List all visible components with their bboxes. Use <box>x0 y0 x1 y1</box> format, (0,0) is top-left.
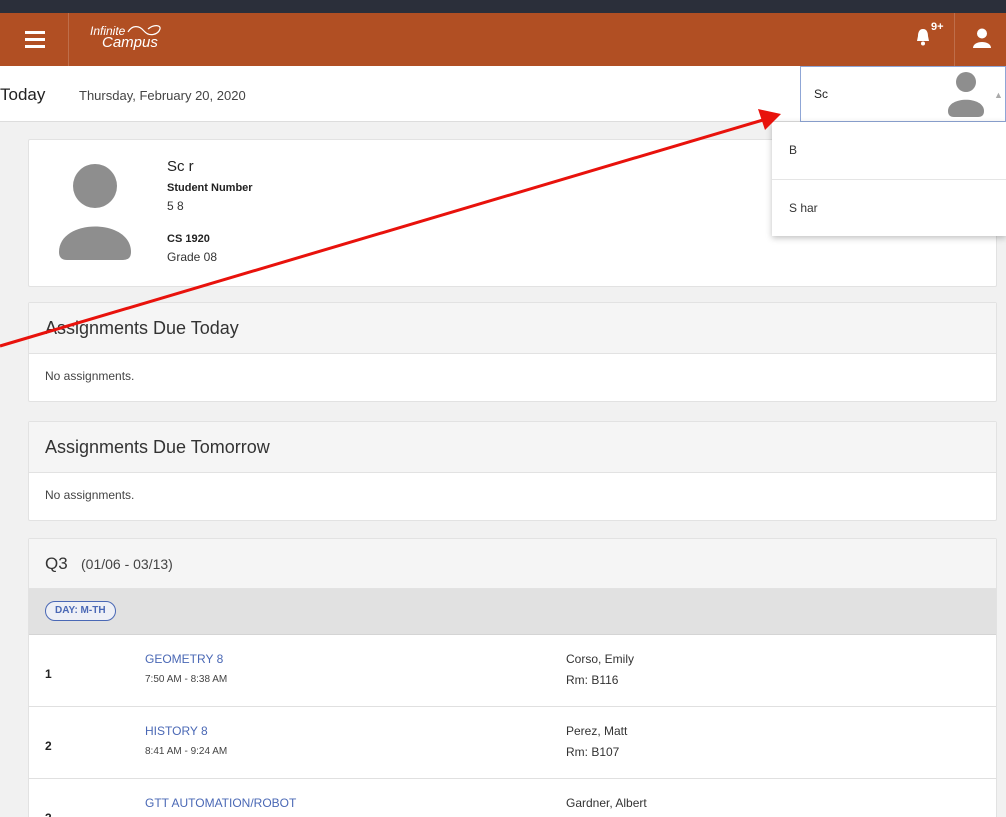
term-label: Q3 <box>45 554 68 573</box>
menu-button[interactable] <box>0 13 69 66</box>
student-avatar <box>59 164 131 260</box>
selected-student-name: Sc <box>814 87 829 101</box>
course-link[interactable]: GTT AUTOMATION/ROBOT <box>145 796 296 810</box>
schedule-row: 1 GEOMETRY 8 7:50 AM - 8:38 AM Corso, Em… <box>29 636 996 707</box>
schedule-row: 2 HISTORY 8 8:41 AM - 9:24 AM Perez, Mat… <box>29 708 996 779</box>
day-badge: DAY: M-TH <box>45 601 116 621</box>
room-number: Rm: B107 <box>566 745 620 759</box>
term-range: (01/06 - 03/13) <box>81 556 173 572</box>
period-number: 1 <box>45 667 52 681</box>
period-time: 8:41 AM - 9:24 AM <box>145 746 228 757</box>
menu-icon <box>25 31 45 34</box>
selected-student-avatar <box>948 72 984 117</box>
schedule-card: Q3 (01/06 - 03/13) DAY: M-TH 1 GEOMETRY … <box>28 538 997 817</box>
infinite-campus-logo[interactable]: Infinite Campus <box>90 25 161 50</box>
student-option[interactable]: B <box>772 122 1006 179</box>
assignments-tomorrow-card: Assignments Due Tomorrow No assignments. <box>28 421 997 521</box>
student-number: 5 8 <box>167 199 184 213</box>
schedule-row: 3 GTT AUTOMATION/ROBOT Gardner, Albert <box>29 780 996 817</box>
page-title: Today <box>0 85 46 104</box>
main-content: Today Thursday, February 20, 2020 Sc r S… <box>0 66 1006 817</box>
grade-level: Grade 08 <box>167 250 218 264</box>
chevron-up-icon: ▲ <box>994 90 1003 100</box>
student-number-label: Student Number <box>167 182 253 194</box>
period-time: 7:50 AM - 8:38 AM <box>145 674 228 685</box>
course-link[interactable]: HISTORY 8 <box>145 724 208 738</box>
student-selector[interactable]: Sc ▲ <box>800 66 1006 122</box>
student-option[interactable]: S har <box>772 179 1006 236</box>
assignments-today-title: Assignments Due Today <box>45 318 239 338</box>
user-account-button[interactable] <box>956 13 1006 66</box>
course-link[interactable]: GEOMETRY 8 <box>145 652 223 666</box>
bell-icon <box>917 29 929 46</box>
app-header: Infinite Campus 9+ <box>0 0 1006 66</box>
user-icon <box>973 28 991 48</box>
room-number: Rm: B116 <box>566 673 619 687</box>
assignments-today-card: Assignments Due Today No assignments. <box>28 302 997 402</box>
student-name: Sc r <box>167 158 194 175</box>
student-dropdown-menu: B S har <box>772 122 1006 236</box>
assignments-tomorrow-empty: No assignments. <box>45 488 135 502</box>
period-number: 3 <box>45 811 52 817</box>
teacher-name: Gardner, Albert <box>566 796 647 810</box>
teacher-name: Perez, Matt <box>566 724 628 738</box>
period-number: 2 <box>45 739 52 753</box>
assignments-today-empty: No assignments. <box>45 369 135 383</box>
school-label: CS 1920 <box>167 233 210 245</box>
teacher-name: Corso, Emily <box>566 652 635 666</box>
today-date: Thursday, February 20, 2020 <box>79 88 246 103</box>
notifications-button[interactable]: 9+ <box>909 13 955 66</box>
infinity-loop-icon <box>127 25 161 36</box>
notification-badge: 9+ <box>931 21 944 33</box>
assignments-tomorrow-title: Assignments Due Tomorrow <box>45 437 270 457</box>
